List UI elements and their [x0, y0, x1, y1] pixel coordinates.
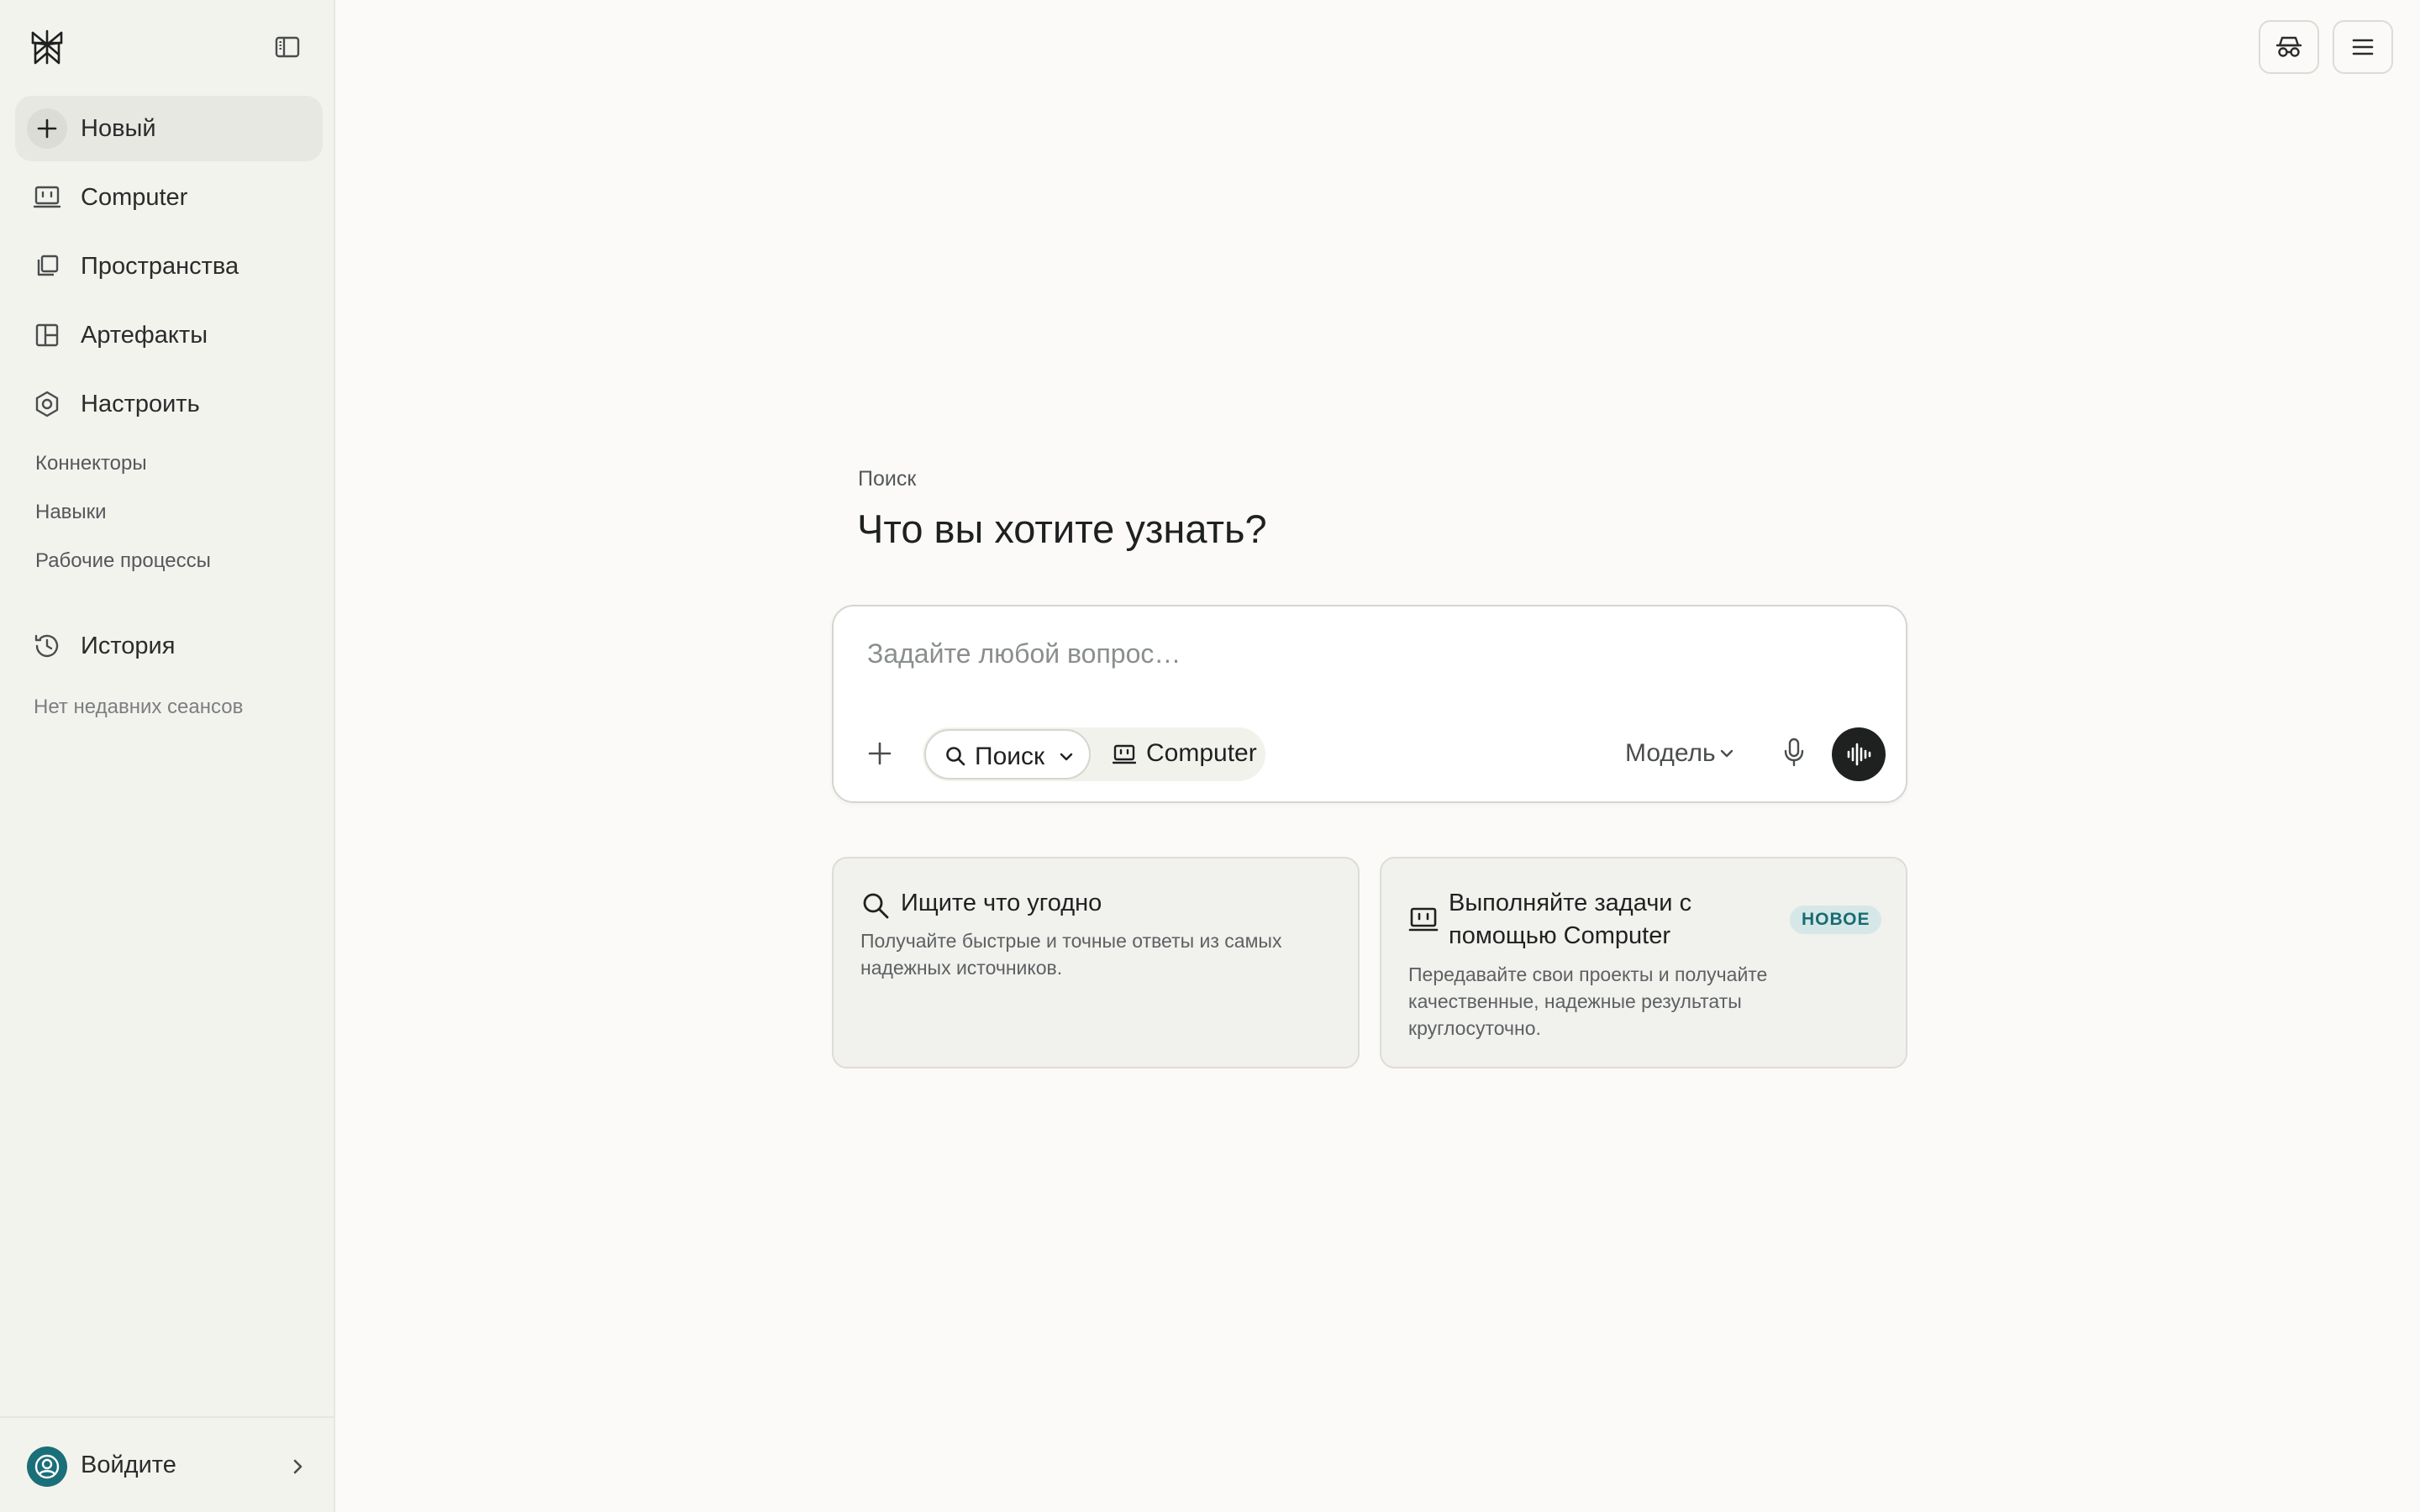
sidebar-item-customize[interactable]: Настроить	[15, 371, 323, 437]
customize-icon	[32, 389, 62, 419]
chevron-right-icon	[289, 1457, 306, 1477]
card-search-description-line: Получайте быстрые и точные ответы из сам…	[860, 930, 1282, 952]
nav-label-computer: Computer	[81, 183, 188, 211]
voice-mode-button[interactable]	[1832, 727, 1886, 781]
nav-label-customize: Настроить	[81, 390, 200, 417]
plus-icon	[27, 108, 67, 149]
user-icon	[34, 1454, 60, 1479]
page-eyebrow: Поиск	[858, 467, 917, 491]
card-computer-description-line: качественные, надежные результаты	[1408, 990, 1742, 1012]
sidebar-item-skills[interactable]: Навыки	[35, 501, 107, 524]
collapse-sidebar-icon[interactable]	[274, 34, 301, 60]
microphone-icon	[1784, 738, 1804, 767]
search-icon	[860, 890, 891, 921]
history-icon	[32, 631, 62, 661]
card-search-description: Получайте быстрые и точные ответы из сам…	[860, 927, 1281, 981]
sidebar-item-computer[interactable]: Computer	[15, 165, 323, 230]
microphone-button[interactable]	[1780, 736, 1808, 769]
search-icon	[944, 745, 966, 767]
mode-computer-label: Computer	[1146, 739, 1257, 767]
card-computer-title-line: Выполняйте задачи с	[1449, 890, 1692, 916]
card-search-title: Ищите что угодно	[901, 890, 1102, 916]
sidebar-item-workflows[interactable]: Рабочие процессы	[35, 549, 211, 573]
composer: Задайте любой вопрос… Поиск Computer Мод	[832, 605, 1907, 803]
card-computer-title: Выполняйте задачи с помощью Computer	[1449, 887, 1691, 953]
computer-icon	[1408, 906, 1439, 936]
plus-icon	[868, 742, 892, 765]
hamburger-menu-icon	[2352, 39, 2374, 55]
nav-label-new: Новый	[81, 114, 156, 142]
page-title: Что вы хотите узнать?	[857, 507, 1267, 551]
signin-row[interactable]: Войдите	[0, 1416, 334, 1512]
model-label: Модель	[1625, 739, 1716, 767]
card-search-anything[interactable]: Ищите что угодно Получайте быстрые и точ…	[832, 857, 1360, 1068]
perplexity-logo-icon[interactable]	[29, 29, 66, 66]
card-computer-description: Передавайте свои проекты и получайте кач…	[1408, 961, 1767, 1042]
sidebar-item-history[interactable]: История	[15, 613, 323, 679]
attach-button[interactable]	[864, 738, 896, 769]
computer-icon	[32, 182, 62, 213]
history-empty-text: Нет недавних сеансов	[34, 696, 244, 718]
new-thread-button[interactable]: Новый	[15, 96, 323, 161]
incognito-button[interactable]	[2259, 20, 2319, 74]
card-computer-description-line: Передавайте свои проекты и получайте	[1408, 963, 1768, 985]
search-input[interactable]: Задайте любой вопрос…	[867, 638, 1181, 669]
chevron-down-icon	[1057, 748, 1076, 766]
nav-label-spaces: Пространства	[81, 252, 239, 280]
nav-label-artifacts: Артефакты	[81, 321, 208, 349]
artifacts-icon	[32, 320, 62, 350]
nav-label-history: История	[81, 632, 176, 659]
waveform-icon	[1847, 743, 1871, 766]
chevron-down-icon	[1718, 744, 1736, 763]
card-computer-title-line: помощью Computer	[1449, 922, 1671, 949]
computer-icon	[1112, 743, 1137, 765]
avatar	[27, 1446, 67, 1487]
mode-search-label: Поиск	[975, 743, 1045, 770]
sidebar-item-spaces[interactable]: Пространства	[15, 234, 323, 299]
mode-search-button[interactable]: Поиск	[924, 729, 1091, 780]
card-computer-tasks[interactable]: Выполняйте задачи с помощью Computer НОВ…	[1380, 857, 1907, 1068]
signin-label: Войдите	[81, 1452, 176, 1478]
mode-selector: Поиск Computer	[923, 727, 1265, 781]
spaces-icon	[32, 251, 62, 281]
incognito-icon	[2275, 36, 2302, 57]
sidebar-item-artifacts[interactable]: Артефакты	[15, 302, 323, 368]
menu-button[interactable]	[2333, 20, 2393, 74]
sidebar: Новый Computer Пространства Артефакты На…	[0, 0, 335, 1512]
new-badge: НОВОЕ	[1790, 906, 1882, 934]
card-computer-description-line: круглосуточно.	[1408, 1017, 1541, 1039]
card-search-description-line: надежных источников.	[860, 957, 1063, 979]
sidebar-item-connectors[interactable]: Коннекторы	[35, 452, 147, 475]
